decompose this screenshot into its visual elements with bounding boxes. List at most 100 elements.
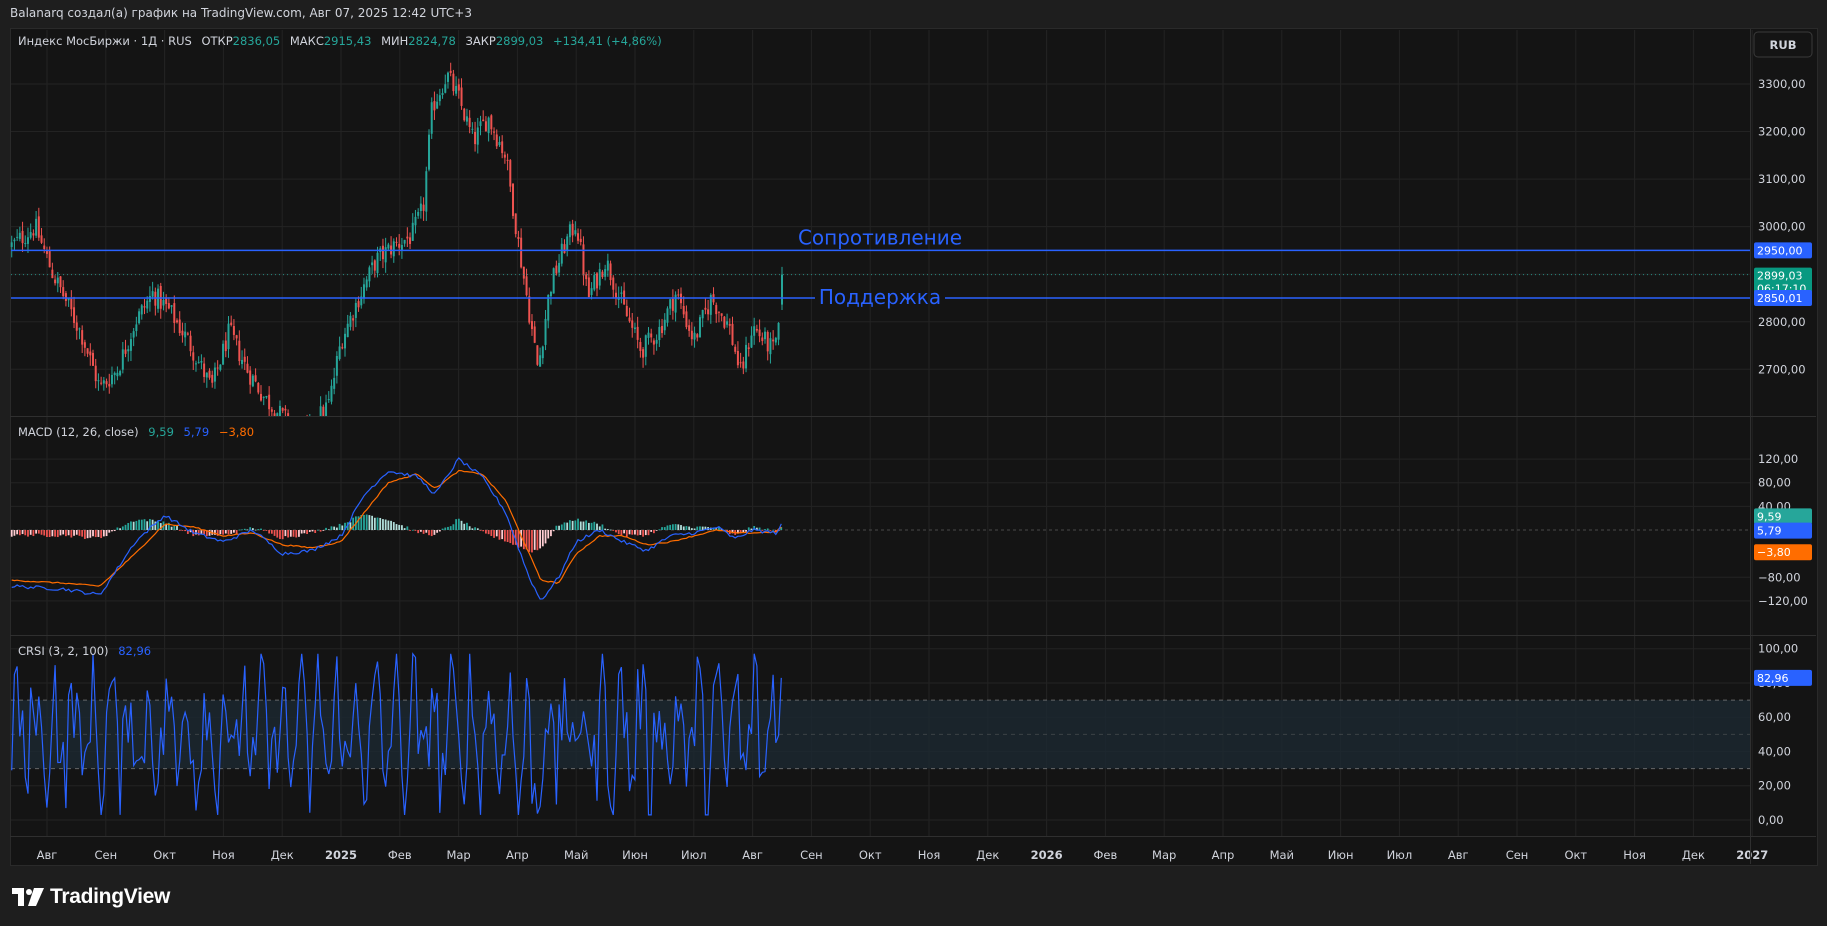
candle-body [579,238,582,243]
candle-body [704,307,707,310]
macd-signal-badge-text: −3,80 [1757,546,1791,559]
macd-hist-bar [176,525,178,530]
candle-body [167,303,170,309]
candle-body [113,372,116,376]
candle-body [598,269,601,286]
macd-hist-bar [251,528,254,530]
candle-body [758,329,761,337]
candle-body [593,275,596,290]
macd-hist-bar [73,530,75,536]
macd-hist-bar [411,529,414,531]
candle-body [43,245,46,249]
macd-hist-bar [506,530,509,542]
macd-hist-bar [688,526,691,530]
macd-hist-bar [273,530,276,536]
price-tick-label: 3300,00 [1758,77,1806,91]
macd-hist-bar [83,530,86,539]
macd-hist-bar [287,530,290,538]
candle-body [587,277,590,298]
candle-body [728,324,731,326]
macd-hist-bar [631,530,634,535]
candle-body [436,101,439,109]
candle-body [612,277,615,290]
candle-body [422,204,425,211]
high-label: МАКС [290,34,324,48]
macd-signal-value: −3,80 [219,425,254,439]
candle-body [371,262,374,266]
candle-body [563,244,566,254]
candle-body [281,407,284,411]
macd-hist-bar [227,530,230,535]
macd-hist-bar [596,523,598,530]
candle-body [192,352,195,361]
macd-hist-bar [487,530,490,535]
macd-hist-badge-text: 9,59 [1757,510,1782,523]
crsi-tick-label: 60,00 [1758,710,1791,724]
macd-hist-bar [560,524,563,530]
macd-hist-bar [582,521,585,530]
support-badge-text: 2850,01 [1757,292,1803,305]
candle-body [661,325,664,334]
macd-hist-bar [417,530,420,534]
macd-hist-bar [390,520,392,530]
macd-hist-bar [769,530,772,531]
candle-body [777,322,780,340]
candle-body [235,335,238,339]
macd-hist-bar [563,522,566,530]
candle-body [501,141,504,154]
macd-hist-bar [116,527,119,530]
candle-body [536,345,539,365]
candle-body [86,348,89,354]
tradingview-logo[interactable]: TradingView [12,885,170,909]
macd-hist-bar [663,527,666,530]
price-tick-label: 2700,00 [1758,362,1806,376]
macd-hist-bar [59,530,62,536]
macd-hist-bar [157,521,159,530]
macd-hist-bar [544,530,547,544]
candle-body [21,230,24,244]
macd-hist-bar [16,530,19,535]
candle-body [373,260,376,271]
candle-body [742,361,745,369]
candle-body [135,324,138,332]
candle-body [487,117,490,134]
candle-body [555,265,558,274]
macd-hist-bar [338,523,341,530]
x-tick-label: Окт [153,848,176,862]
macd-legend: MACD (12, 26, close) 9,59 5,79 −3,80 [18,425,254,439]
close-label: ЗАКР [465,34,495,48]
macd-hist-bar [92,530,94,537]
macd-hist-bar [669,524,672,530]
candle-body [395,241,398,243]
macd-hist-bar [501,530,504,540]
macd-hist-bar [577,518,579,530]
macd-hist-bar [685,526,688,530]
candle-body [341,347,344,349]
macd-hist-bar [54,530,56,537]
macd-hist-bar [550,530,552,537]
macd-hist-bar [308,530,311,532]
candle-body [506,159,509,161]
macd-hist-bar [606,529,609,530]
macd-hist-bar [333,526,336,530]
x-tick-label: Авг [1448,848,1469,862]
macd-hist-bar [13,530,16,536]
currency-button[interactable]: RUB [1753,31,1813,58]
macd-hist-bar [745,530,747,532]
macd-hist-bar [419,530,422,532]
candle-body [503,154,506,158]
candle-body [465,116,468,122]
candle-body [157,288,160,309]
macd-hist-bar [503,530,506,542]
chart-canvas[interactable]: Сопротивление Поддержка Авг Сен Окт Ноя Дек 20… [0,0,1827,926]
crsi-tick-label: 100,00 [1758,642,1798,656]
macd-hist-bar [585,520,588,530]
candle-body [647,332,650,338]
crsi-tick-label: 0,00 [1758,813,1784,827]
candle-body [446,72,449,82]
macd-hist-bar [138,519,140,530]
candle-body [75,322,78,331]
candle-body [151,291,154,297]
macd-hist-bar [254,529,257,531]
macd-hist-bar [474,527,476,530]
